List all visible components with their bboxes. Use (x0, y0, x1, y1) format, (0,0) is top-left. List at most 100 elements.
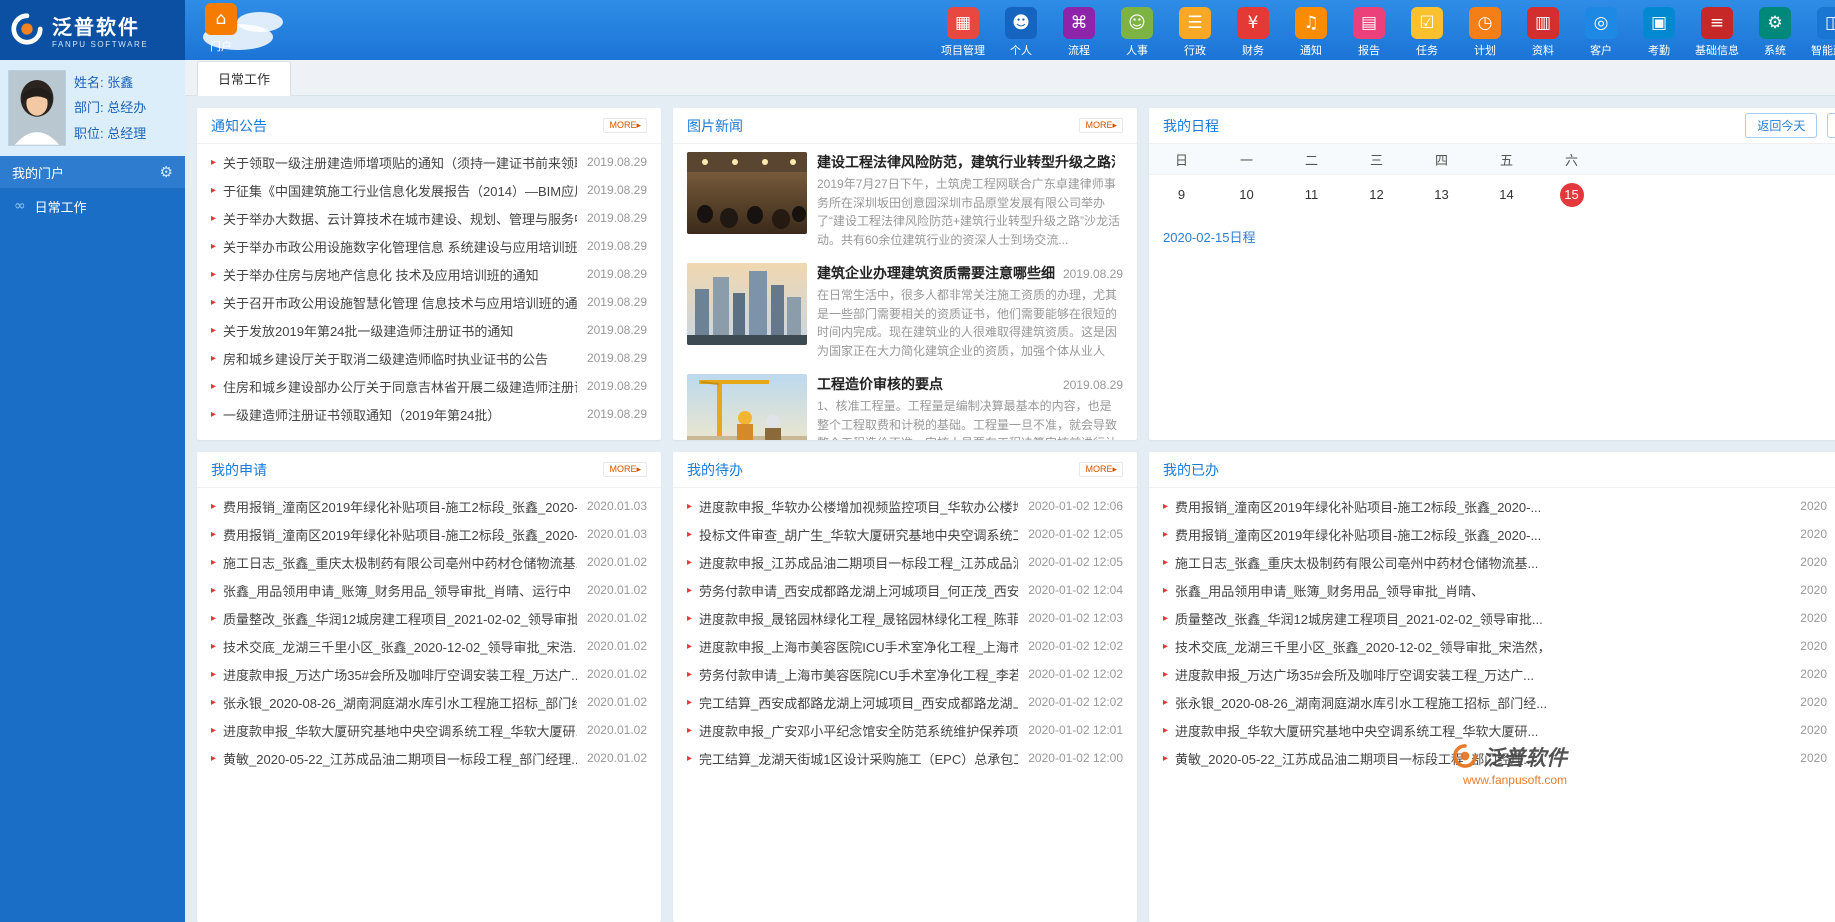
list-item[interactable]: ▸ 费用报销_潼南区2019年绿化补贴项目-施工2标段_张鑫_2020-... … (211, 520, 647, 548)
list-item[interactable]: ▸ 关于举办住房与房地产信息化 技术及应用培训班的通知 2019.08.29 (211, 260, 647, 288)
news-item[interactable]: 建设工程法律风险防范，建筑行业转型升级之路沙龙活动 2019年7月27日下午，土… (673, 144, 1137, 255)
nav-item-label: 资料 (1532, 45, 1554, 57)
nav-item-personal[interactable]: ☻ 个人 (995, 2, 1047, 58)
list-item[interactable]: ▸ 进度款申报_万达广场35#会所及咖啡厅空调安装工程_万达广... 2020.… (211, 660, 647, 688)
list-item[interactable]: ▸ 黄敏_2020-05-22_江苏成品油二期项目一标段工程_部门经理... 2… (1163, 744, 1835, 772)
module-icon: ♫ (1295, 7, 1327, 39)
list-item[interactable]: ▸ 施工日志_张鑫_重庆太极制药有限公司亳州中药材仓储物流基... 2020 (1163, 548, 1835, 576)
nav-item-project-management[interactable]: ▦ 项目管理 (937, 2, 989, 58)
module-icon: ◎ (1585, 7, 1617, 39)
sidebar-item-daily-work[interactable]: ∞ 日常工作 (0, 188, 185, 224)
list-item[interactable]: ▸ 技术交底_龙湖三千里小区_张鑫_2020-12-02_领导审批_宋浩... … (211, 632, 647, 660)
list-item[interactable]: ▸ 施工日志_张鑫_重庆太极制药有限公司亳州中药材仓储物流基... 2020.0… (211, 548, 647, 576)
calendar-date[interactable]: 14 (1474, 175, 1539, 215)
news-date: 2019.08.29 (1062, 267, 1123, 281)
back-to-today-button[interactable]: 返回今天 (1745, 113, 1818, 138)
nav-item-administration[interactable]: ☰ 行政 (1169, 2, 1221, 58)
more-button[interactable]: MORE▸ (1079, 118, 1123, 133)
nav-item-hr[interactable]: ☺ 人事 (1111, 2, 1163, 58)
list-item[interactable]: ▸ 于征集《中国建筑施工行业信息化发展报告（2014）—BIM应用与发... 2… (211, 176, 647, 204)
list-item[interactable]: ▸ 关于发放2019年第24批一级建造师注册证书的通知 2019.08.29 (211, 316, 647, 344)
gear-icon[interactable]: ⚙ (160, 163, 173, 181)
panel-title: 图片新闻 (687, 117, 743, 134)
list-item[interactable]: ▸ 投标文件审查_胡广生_华软大厦研究基地中央空调系统工程_20... 2020… (687, 520, 1123, 548)
list-item[interactable]: ▸ 完工结算_西安成都路龙湖上河城项目_西安成都路龙湖上河城... 2020-0… (687, 688, 1123, 716)
nav-item-plan[interactable]: ◷ 计划 (1459, 2, 1511, 58)
list-item[interactable]: ▸ 进度款申报_上海市美容医院ICU手术室净化工程_上海市美容医... 2020… (687, 632, 1123, 660)
news-item[interactable]: 工程造价审核的要点 2019.08.29 1、核准工程量。工程量是编制决算最基本… (673, 366, 1137, 440)
more-button[interactable]: MORE▸ (603, 462, 647, 477)
more-button[interactable]: MORE▸ (1079, 462, 1123, 477)
list-item[interactable]: ▸ 关于举办市政公用设施数字化管理信息 系统建设与应用培训班的通知 2019.0… (211, 232, 647, 260)
arrow-bullet-icon: ▸ (1163, 696, 1169, 708)
portal-home-icon: ⌂ (205, 3, 237, 35)
list-item[interactable]: ▸ 张鑫_用品领用申请_账簿_财务用品_领导审批_肖晴、 2020 (1163, 576, 1835, 604)
calendar-date[interactable]: 13 (1409, 175, 1474, 215)
panel-todos: 我的待办 MORE▸ ▸ 进度款申报_华软办公楼增加视频监控项目_华软办公楼增加… (673, 452, 1137, 922)
link-icon: ∞ (14, 198, 26, 214)
list-item[interactable]: ▸ 关于举办大数据、云计算技术在城市建设、规划、管理与服务中的应... 2019… (211, 204, 647, 232)
item-date: 2020 (1800, 639, 1827, 653)
item-date: 2019.08.29 (586, 239, 647, 253)
list-item[interactable]: ▸ 费用报销_潼南区2019年绿化补贴项目-施工2标段_张鑫_2020-... … (1163, 520, 1835, 548)
nav-item-base-info[interactable]: ≡ 基础信息 (1691, 2, 1743, 58)
tab-daily-work[interactable]: 日常工作 (197, 61, 292, 96)
more-button[interactable]: MORE▸ (603, 118, 647, 133)
item-date: 2020 (1800, 499, 1827, 513)
module-icon: ▤ (1353, 7, 1385, 39)
nav-item-smart-building[interactable]: ◫ 智能建筑 (1807, 2, 1835, 58)
list-item[interactable]: ▸ 张永银_2020-08-26_湖南洞庭湖水库引水工程施工招标_部门经... … (211, 688, 647, 716)
item-date: 2020.01.02 (586, 695, 647, 709)
list-item[interactable]: ▸ 张永银_2020-08-26_湖南洞庭湖水库引水工程施工招标_部门经... … (1163, 688, 1835, 716)
list-item[interactable]: ▸ 一级建造师注册证书领取通知（2019年第24批） 2019.08.29 (211, 400, 647, 428)
arrow-bullet-icon: ▸ (211, 640, 217, 652)
list-item[interactable]: ▸ 质量整改_张鑫_华润12城房建工程项目_2021-02-02_领导审批...… (211, 604, 647, 632)
weekday-label: 三 (1369, 152, 1383, 168)
nav-item-customer[interactable]: ◎ 客户 (1575, 2, 1627, 58)
list-item[interactable]: ▸ 费用报销_潼南区2019年绿化补贴项目-施工2标段_张鑫_2020-... … (1163, 492, 1835, 520)
list-item[interactable]: ▸ 质量整改_张鑫_华润12城房建工程项目_2021-02-02_领导审批...… (1163, 604, 1835, 632)
list-item[interactable]: ▸ 住房和城乡建设部办公厅关于同意吉林省开展二级建造师注册证书电... 2019… (211, 372, 647, 400)
prev-week-button[interactable]: 上周 (1826, 113, 1835, 138)
sidebar-portal-header: 我的门户 ⚙ (0, 156, 185, 188)
list-item[interactable]: ▸ 进度款申报_江苏成品油二期项目一标段工程_江苏成品油二期项... 2020-… (687, 548, 1123, 576)
nav-item-report[interactable]: ▤ 报告 (1343, 2, 1395, 58)
news-item[interactable]: 建筑企业办理建筑资质需要注意哪些细节 2019.08.29 在日常生活中，很多人… (673, 255, 1137, 366)
list-item[interactable]: ▸ 进度款申报_华软大厦研究基地中央空调系统工程_华软大厦研... 2020.0… (211, 716, 647, 744)
list-item[interactable]: ▸ 黄敏_2020-05-22_江苏成品油二期项目一标段工程_部门经理... 2… (211, 744, 647, 772)
nav-item-task[interactable]: ☑ 任务 (1401, 2, 1453, 58)
nav-item-portal[interactable]: ⌂ 门户 (193, 3, 249, 54)
list-item[interactable]: ▸ 进度款申报_万达广场35#会所及咖啡厅空调安装工程_万达广... 2020 (1163, 660, 1835, 688)
item-date: 2020 (1800, 611, 1827, 625)
calendar-date[interactable]: 15 (1539, 175, 1604, 215)
list-item[interactable]: ▸ 进度款申报_晟铭园林绿化工程_晟铭园林绿化工程_陈菲_陈菲 2020-01-… (687, 604, 1123, 632)
list-item[interactable]: ▸ 关于召开市政公用设施智慧化管理 信息技术与应用培训班的通知 2019.08.… (211, 288, 647, 316)
list-item[interactable]: ▸ 进度款申报_广安邓小平纪念馆安全防范系统维护保养项目_广安... 2020-… (687, 716, 1123, 744)
list-item[interactable]: ▸ 劳务付款申请_上海市美容医院ICU手术室净化工程_李若若_上... 2020… (687, 660, 1123, 688)
list-item[interactable]: ▸ 关于领取一级注册建造师增项贴的通知（须持一建证书前来领取） 2019.08.… (211, 148, 647, 176)
list-item[interactable]: ▸ 完工结算_龙湖天街城1区设计采购施工（EPC）总承包工程_龙... 2020… (687, 744, 1123, 772)
nav-item-workflow[interactable]: ⌘ 流程 (1053, 2, 1105, 58)
list-item[interactable]: ▸ 费用报销_潼南区2019年绿化补贴项目-施工2标段_张鑫_2020-... … (211, 492, 647, 520)
weekday-label: 二 (1304, 152, 1318, 168)
item-date: 2020.01.02 (586, 583, 647, 597)
nav-item-attendance[interactable]: ▣ 考勤 (1633, 2, 1685, 58)
list-item[interactable]: ▸ 技术交底_龙湖三千里小区_张鑫_2020-12-02_领导审批_宋浩然， 2… (1163, 632, 1835, 660)
module-icon: ☻ (1005, 7, 1037, 39)
calendar-date[interactable]: 10 (1214, 175, 1279, 215)
weekday-label: 五 (1499, 152, 1513, 168)
nav-item-notification[interactable]: ♫ 通知 (1285, 2, 1337, 58)
arrow-bullet-icon: ▸ (211, 156, 217, 168)
list-item[interactable]: ▸ 进度款申报_华软大厦研究基地中央空调系统工程_华软大厦研... 2020 (1163, 716, 1835, 744)
nav-item-documents[interactable]: ▥ 资料 (1517, 2, 1569, 58)
weekday-label: 日 (1174, 152, 1188, 168)
list-item[interactable]: ▸ 张鑫_用品领用申请_账簿_财务用品_领导审批_肖晴、运行中 2020.01.… (211, 576, 647, 604)
calendar-date[interactable]: 9 (1149, 175, 1214, 215)
calendar-date[interactable]: 12 (1344, 175, 1409, 215)
list-item[interactable]: ▸ 房和城乡建设厅关于取消二级建造师临时执业证书的公告 2019.08.29 (211, 344, 647, 372)
nav-item-finance[interactable]: ¥ 财务 (1227, 2, 1279, 58)
list-item[interactable]: ▸ 进度款申报_华软办公楼增加视频监控项目_华软办公楼增加视频... 2020-… (687, 492, 1123, 520)
nav-item-system[interactable]: ⚙ 系统 (1749, 2, 1801, 58)
calendar-date[interactable]: 11 (1279, 175, 1344, 215)
list-item[interactable]: ▸ 劳务付款申请_西安成都路龙湖上河城项目_何正茂_西安成都路... 2020-… (687, 576, 1123, 604)
